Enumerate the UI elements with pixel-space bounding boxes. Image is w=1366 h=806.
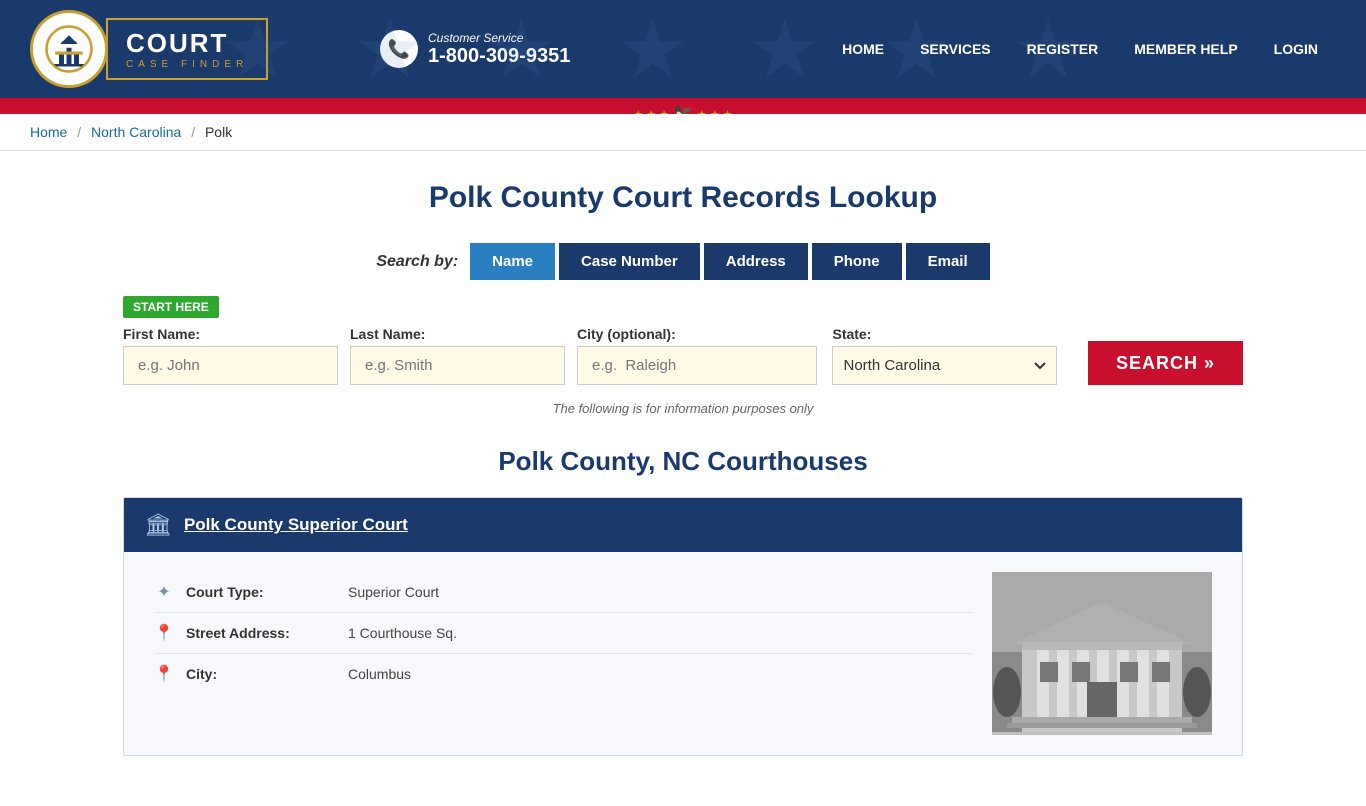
courthouse-name-link[interactable]: Polk County Superior Court bbox=[184, 515, 408, 535]
detail-court-type: ✦ Court Type: Superior Court bbox=[154, 572, 972, 613]
detail-city: 📍 City: Columbus bbox=[154, 654, 972, 694]
last-name-input[interactable] bbox=[350, 346, 565, 385]
stars-right: ★ ★ ★ bbox=[697, 108, 733, 115]
info-note: The following is for information purpose… bbox=[123, 401, 1243, 416]
city-icon: 📍 bbox=[154, 664, 174, 684]
detail-address: 📍 Street Address: 1 Courthouse Sq. bbox=[154, 613, 972, 654]
eagle-icon: 🦅 bbox=[673, 104, 693, 114]
nav-login-link[interactable]: LOGIN bbox=[1256, 27, 1336, 71]
courthouse-header: 🏛 Polk County Superior Court bbox=[124, 498, 1242, 552]
ribbon-arch: ★ ★ ★ 🦅 ★ ★ ★ bbox=[543, 100, 823, 114]
address-value: 1 Courthouse Sq. bbox=[348, 625, 457, 641]
court-type-icon: ✦ bbox=[154, 582, 174, 602]
breadcrumb-sep-2: / bbox=[191, 124, 195, 140]
courthouse-image bbox=[992, 572, 1212, 735]
state-label: State: bbox=[832, 326, 1075, 342]
stars-left: ★ ★ ★ bbox=[633, 108, 669, 115]
court-type-label: Court Type: bbox=[186, 584, 336, 600]
city-detail-label: City: bbox=[186, 666, 336, 682]
logo-circle bbox=[30, 10, 108, 88]
logo-text-box: COURT CASE FINDER bbox=[106, 18, 268, 80]
logo-sub: CASE FINDER bbox=[126, 59, 248, 70]
breadcrumb-county: Polk bbox=[205, 124, 232, 140]
breadcrumb-home[interactable]: Home bbox=[30, 124, 67, 140]
page-title: Polk County Court Records Lookup bbox=[123, 181, 1243, 215]
breadcrumb-state[interactable]: North Carolina bbox=[91, 124, 181, 140]
address-icon: 📍 bbox=[154, 623, 174, 643]
breadcrumb: Home / North Carolina / Polk bbox=[0, 114, 1366, 151]
breadcrumb-sep-1: / bbox=[77, 124, 81, 140]
site-header: COURT CASE FINDER 📞 Customer Service 1-8… bbox=[0, 0, 1366, 114]
tab-name[interactable]: Name bbox=[470, 243, 555, 280]
nav-home-link[interactable]: HOME bbox=[824, 27, 902, 71]
customer-service: 📞 Customer Service 1-800-309-9351 bbox=[380, 30, 570, 68]
courthouse-icon: 🏛 bbox=[144, 512, 172, 538]
cs-phone: 1-800-309-9351 bbox=[428, 45, 570, 68]
city-detail-value: Columbus bbox=[348, 666, 411, 682]
courthouse-body: ✦ Court Type: Superior Court 📍 Street Ad… bbox=[124, 552, 1242, 755]
state-group: State: North Carolina AlabamaAlaskaArizo… bbox=[832, 326, 1075, 385]
first-name-input[interactable] bbox=[123, 346, 338, 385]
nav-member-help-link[interactable]: MEMBER HELP bbox=[1116, 27, 1255, 71]
state-select[interactable]: North Carolina AlabamaAlaskaArizona Arka… bbox=[832, 346, 1057, 385]
nav-register-link[interactable]: REGISTER bbox=[1009, 27, 1117, 71]
cs-label: Customer Service bbox=[428, 31, 570, 45]
city-group: City (optional): bbox=[577, 326, 820, 385]
courthouse-building-svg bbox=[992, 572, 1212, 732]
search-by-row: Search by: Name Case Number Address Phon… bbox=[123, 243, 1243, 280]
start-here-badge: START HERE bbox=[123, 296, 219, 318]
search-by-label: Search by: bbox=[376, 253, 458, 271]
courthouse-card: 🏛 Polk County Superior Court ✦ Court Typ… bbox=[123, 497, 1243, 756]
first-name-label: First Name: bbox=[123, 326, 338, 342]
main-content: Polk County Court Records Lookup Search … bbox=[83, 151, 1283, 806]
first-name-group: First Name: bbox=[123, 326, 338, 385]
tab-address[interactable]: Address bbox=[704, 243, 808, 280]
search-form: First Name: Last Name: City (optional): … bbox=[123, 326, 1243, 385]
tab-case-number[interactable]: Case Number bbox=[559, 243, 700, 280]
logo-court: COURT bbox=[126, 28, 248, 59]
phone-icon: 📞 bbox=[380, 30, 418, 68]
nav-services-link[interactable]: SERVICES bbox=[902, 27, 1009, 71]
tab-email[interactable]: Email bbox=[906, 243, 990, 280]
last-name-label: Last Name: bbox=[350, 326, 565, 342]
courthouse-details: ✦ Court Type: Superior Court 📍 Street Ad… bbox=[154, 572, 972, 735]
city-input[interactable] bbox=[577, 346, 817, 385]
court-type-value: Superior Court bbox=[348, 584, 439, 600]
search-button[interactable]: SEARCH » bbox=[1088, 341, 1243, 385]
last-name-group: Last Name: bbox=[350, 326, 565, 385]
tab-phone[interactable]: Phone bbox=[812, 243, 902, 280]
city-label: City (optional): bbox=[577, 326, 820, 342]
ribbon-bar: ★ ★ ★ 🦅 ★ ★ ★ bbox=[0, 98, 1366, 114]
address-label: Street Address: bbox=[186, 625, 336, 641]
courthouses-title: Polk County, NC Courthouses bbox=[123, 446, 1243, 477]
main-nav: HOME SERVICES REGISTER MEMBER HELP LOGIN bbox=[824, 27, 1336, 71]
